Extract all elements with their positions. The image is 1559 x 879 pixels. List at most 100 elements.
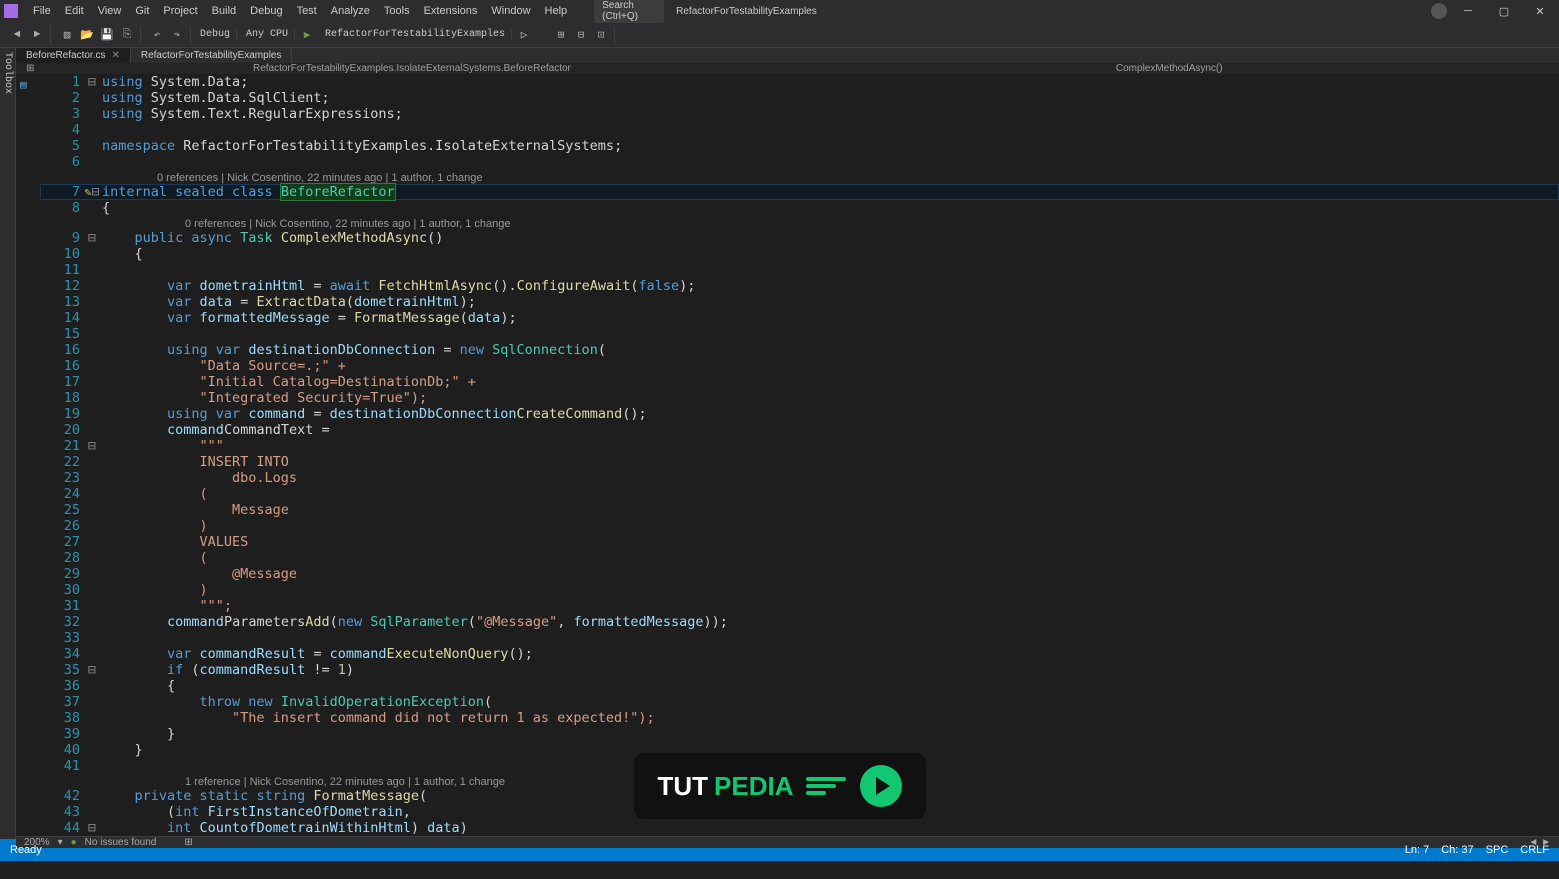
lineno: 9 [40, 230, 82, 246]
lineno: 16 [40, 358, 82, 374]
menu-tools[interactable]: Tools [377, 5, 417, 17]
search-input[interactable]: Search (Ctrl+Q) [594, 0, 664, 23]
lineno: 38 [40, 710, 82, 726]
close-icon[interactable]: ✕ [111, 50, 119, 61]
tb-icon-3[interactable]: ⊡ [592, 26, 610, 44]
vertical-tab-toolbox[interactable]: Toolbox [0, 48, 16, 839]
check-icon: ● [71, 837, 77, 848]
fold-icon[interactable]: ⊟ [82, 662, 102, 678]
lineno: 24 [40, 486, 82, 502]
lineno: 35 [40, 662, 82, 678]
workspace: Toolbox BeforeRefactor.cs ✕ RefactorForT… [0, 48, 1559, 839]
menu-edit[interactable]: Edit [58, 5, 91, 17]
issues-status[interactable]: No issues found [85, 837, 157, 848]
lineno: 43 [40, 804, 82, 820]
tb-icon-1[interactable]: ⊞ [552, 26, 570, 44]
start-nodbg-icon[interactable]: ▷ [515, 26, 533, 44]
status-indent[interactable]: SPC [1486, 844, 1509, 856]
lineno: 1 [40, 74, 82, 90]
status-ready: Ready [10, 844, 42, 856]
menu-test[interactable]: Test [290, 5, 324, 17]
fold-icon[interactable]: ⊟ [82, 820, 102, 836]
lineno: 40 [40, 742, 82, 758]
watermark-logo: TUT PEDIA [633, 753, 925, 819]
lineno: 36 [40, 678, 82, 694]
status-line[interactable]: Ln: 7 [1405, 844, 1429, 856]
editor-area: BeforeRefactor.cs ✕ RefactorForTestabili… [16, 48, 1559, 839]
save-icon[interactable]: 💾 [98, 26, 116, 44]
menu-file[interactable]: File [26, 5, 58, 17]
menu-help[interactable]: Help [538, 5, 575, 17]
undo-icon[interactable]: ↶ [148, 26, 166, 44]
menu-window[interactable]: Window [484, 5, 537, 17]
toolbar: ◄ ► ▧ 📂 💾 ⎘ ↶ ↷ Debug Any CPU ▶ Refactor… [0, 22, 1559, 48]
menu-build[interactable]: Build [205, 5, 243, 17]
saveall-icon[interactable]: ⎘ [118, 26, 136, 44]
menu-debug[interactable]: Debug [243, 5, 289, 17]
error-list-icon[interactable]: ⊞ [184, 837, 192, 848]
minimap-icon[interactable]: ▤ [20, 78, 36, 94]
status-eol[interactable]: CRLF [1520, 844, 1549, 856]
start-icon[interactable]: ▶ [298, 26, 316, 44]
code-editor[interactable]: 1⊟using System.Data; 2using System.Data.… [40, 74, 1559, 836]
lineno: 18 [40, 390, 82, 406]
menu-project[interactable]: Project [156, 5, 204, 17]
fold-icon[interactable]: ⊟ [82, 74, 102, 90]
close-button[interactable]: ✕ [1525, 5, 1555, 18]
lineno: 42 [40, 788, 82, 804]
tb-icon-2[interactable]: ⊟ [572, 26, 590, 44]
lineno: 28 [40, 550, 82, 566]
editor-margin: ▤ [16, 74, 40, 836]
lineno: 7 [40, 184, 82, 200]
lineno: 31 [40, 598, 82, 614]
lineno: 20 [40, 422, 82, 438]
redo-icon[interactable]: ↷ [168, 26, 186, 44]
open-icon[interactable]: 📂 [78, 26, 96, 44]
editor-bottom-bar: 200% ▾ ● No issues found ⊞ ◄ ► [16, 836, 1559, 848]
lineno: 34 [40, 646, 82, 662]
tab-beforerefactor[interactable]: BeforeRefactor.cs ✕ [16, 48, 131, 63]
codelens[interactable]: 1 reference | Nick Cosentino, 22 minutes… [185, 774, 505, 788]
maximize-button[interactable]: ▢ [1489, 5, 1519, 18]
lineno: 22 [40, 454, 82, 470]
lineno: 10 [40, 246, 82, 262]
lineno: 33 [40, 630, 82, 646]
platform-dropdown[interactable]: Any CPU [240, 29, 295, 40]
nav-back-icon[interactable]: ◄ [8, 26, 26, 44]
lineno: 11 [40, 262, 82, 278]
lineno: 41 [40, 758, 82, 774]
signin-icon[interactable] [1431, 3, 1447, 19]
lineno: 19 [40, 406, 82, 422]
fold-icon[interactable]: ⊟ [82, 438, 102, 454]
status-char[interactable]: Ch: 37 [1441, 844, 1473, 856]
breadcrumb-method[interactable]: ComplexMethodAsync() [788, 63, 1552, 74]
lineno: 16 [40, 342, 82, 358]
tab-label: RefactorForTestabilityExamples [141, 50, 282, 61]
lineno: 13 [40, 294, 82, 310]
lineno: 26 [40, 518, 82, 534]
start-target-dropdown[interactable]: RefactorForTestabilityExamples [319, 29, 512, 40]
breadcrumb-class[interactable]: RefactorForTestabilityExamples.IsolateEx… [36, 63, 787, 74]
menubar: File Edit View Git Project Build Debug T… [0, 0, 1559, 22]
menu-git[interactable]: Git [128, 5, 156, 17]
lineno: 3 [40, 106, 82, 122]
lineno: 39 [40, 726, 82, 742]
lineno: 30 [40, 582, 82, 598]
lineno: 23 [40, 470, 82, 486]
nav-forward-icon[interactable]: ► [28, 26, 46, 44]
codelens[interactable]: 0 references | Nick Cosentino, 22 minute… [185, 216, 511, 230]
quickaction-icon[interactable]: ✎ [84, 185, 91, 199]
menu-analyze[interactable]: Analyze [324, 5, 377, 17]
fold-icon[interactable]: ⊟ [82, 230, 102, 246]
minimize-button[interactable]: ─ [1453, 5, 1483, 17]
menu-extensions[interactable]: Extensions [417, 5, 485, 17]
document-tabs: BeforeRefactor.cs ✕ RefactorForTestabili… [16, 48, 1559, 63]
config-dropdown[interactable]: Debug [194, 29, 237, 40]
lineno: 15 [40, 326, 82, 342]
lineno: 12 [40, 278, 82, 294]
tab-solution[interactable]: RefactorForTestabilityExamples [131, 48, 293, 63]
codelens[interactable]: 0 references | Nick Cosentino, 22 minute… [157, 170, 483, 184]
new-icon[interactable]: ▧ [58, 26, 76, 44]
lineno: 17 [40, 374, 82, 390]
menu-view[interactable]: View [91, 5, 129, 17]
